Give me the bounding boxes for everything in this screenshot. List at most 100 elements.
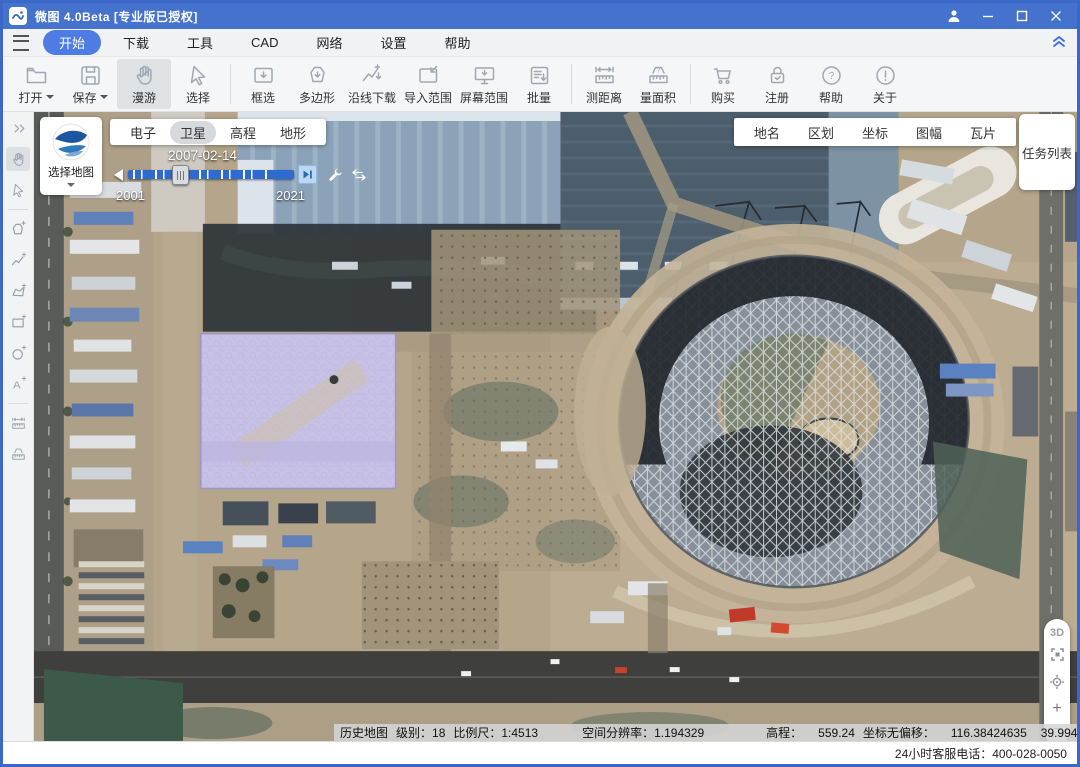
box-select-button[interactable]: 框选: [236, 59, 290, 109]
sidebar-draw-polygon-tool[interactable]: [6, 217, 30, 241]
sidebar-select-tool[interactable]: [6, 178, 30, 202]
menu-item-start[interactable]: 开始: [43, 30, 101, 55]
pan-tool-button[interactable]: 漫游: [117, 59, 171, 109]
polygon-download-button[interactable]: 多边形: [290, 59, 344, 109]
import-extent-button[interactable]: 导入范围: [400, 59, 456, 109]
sidebar-draw-circle-tool[interactable]: [6, 341, 30, 365]
menu-item-download[interactable]: 下载: [107, 30, 165, 55]
timeline-current-date: 2007-02-14: [168, 148, 237, 163]
sidebar-measure-area-tool[interactable]: [6, 442, 30, 466]
app-window: 微图 4.0Beta [专业版已授权] 开始 下载 工具 CAD 网络 设置 帮…: [0, 0, 1080, 767]
status-map-type: 历史地图: [340, 724, 388, 741]
sidebar-draw-area-tool[interactable]: [6, 279, 30, 303]
layer-tab-vector[interactable]: 电子: [120, 121, 166, 144]
info-icon: [873, 63, 898, 88]
menu-item-help[interactable]: 帮助: [429, 30, 487, 55]
layer-tab-terrain[interactable]: 地形: [270, 121, 316, 144]
menu-item-tools[interactable]: 工具: [171, 30, 229, 55]
sidebar-draw-rect-tool[interactable]: [6, 310, 30, 334]
title-bar: 微图 4.0Beta [专业版已授权]: [3, 3, 1077, 29]
status-elevation-label: 高程：: [766, 724, 802, 741]
toggle-placenames[interactable]: 地名: [740, 121, 794, 144]
toggle-districts[interactable]: 区划: [794, 121, 848, 144]
timeline-prev-icon[interactable]: [114, 169, 123, 181]
sidebar-expand-icon[interactable]: [7, 116, 31, 140]
map-picker-label: 选择地图: [48, 164, 94, 180]
hamburger-menu-icon[interactable]: [13, 35, 29, 51]
locate-target-icon[interactable]: [1050, 675, 1064, 694]
toggle-coordinates[interactable]: 坐标: [848, 121, 902, 144]
timeline-thumb[interactable]: [172, 165, 189, 185]
layer-tab-satellite[interactable]: 卫星: [170, 121, 216, 144]
status-zoom-level: 级别：18: [396, 724, 445, 741]
screen-extent-button[interactable]: 屏幕范围: [456, 59, 512, 109]
task-list-label: 任务列表: [1022, 143, 1072, 162]
map-control-stack: 3D + −: [1044, 619, 1070, 741]
status-resolution: 空间分辨率：1.194329: [582, 724, 704, 741]
status-latitude: 39.9943220: [1041, 726, 1077, 740]
select-tool-button[interactable]: 选择: [171, 59, 225, 109]
maximize-button[interactable]: [1007, 5, 1037, 27]
batch-icon: [527, 63, 552, 88]
sidebar-divider: [8, 403, 28, 404]
window-title: 微图 4.0Beta [专业版已授权]: [35, 8, 198, 25]
about-button[interactable]: 关于: [858, 59, 912, 109]
fullscreen-icon[interactable]: [1051, 648, 1064, 666]
register-button[interactable]: 注册: [750, 59, 804, 109]
zoom-in-button[interactable]: +: [1052, 703, 1061, 715]
minimize-button[interactable]: [973, 5, 1003, 27]
measure-distance-icon: [592, 63, 617, 88]
service-phone: 24小时客服电话：400-028-0050: [895, 745, 1067, 762]
toolbar-separator: [230, 64, 231, 104]
timeline-compare-arrows-icon[interactable]: [352, 169, 366, 184]
menu-item-settings[interactable]: 设置: [365, 30, 423, 55]
sidebar-draw-polyline-tool[interactable]: [6, 248, 30, 272]
batch-button[interactable]: 批量: [512, 59, 566, 109]
box-select-icon: [251, 63, 276, 88]
polyline-download-icon: [360, 63, 385, 88]
measure-distance-button[interactable]: 测距离: [577, 59, 631, 109]
cursor-icon: [186, 63, 211, 88]
mode-3d-button[interactable]: 3D: [1050, 627, 1064, 639]
save-button[interactable]: 保存: [63, 59, 117, 109]
map-status-bar: 历史地图 级别：18 比例尺：1:4513 空间分辨率：1.194329 高程：…: [334, 724, 1077, 741]
measure-area-icon: ?: [646, 63, 671, 88]
map-picker-caret-icon: [67, 183, 75, 187]
status-longitude: 116.38424635: [951, 726, 1027, 740]
open-button[interactable]: 打开: [9, 59, 63, 109]
sidebar-divider: [8, 209, 28, 210]
menu-item-cad[interactable]: CAD: [235, 32, 294, 53]
left-tool-sidebar: A: [3, 112, 34, 741]
collapse-ribbon-icon[interactable]: [1051, 33, 1067, 52]
status-scale: 比例尺：1:4513: [453, 724, 538, 741]
sidebar-add-text-tool[interactable]: A: [6, 372, 30, 396]
timeline-start-year: 2001: [116, 188, 145, 203]
measure-area-button[interactable]: ? 量面积: [631, 59, 685, 109]
polyline-download-button[interactable]: 沿线下载: [344, 59, 400, 109]
timeline-settings-wrench-icon[interactable]: [328, 167, 343, 185]
toggle-tiles[interactable]: 瓦片: [956, 121, 1010, 144]
close-button[interactable]: [1041, 5, 1071, 27]
screen-extent-icon: [472, 63, 497, 88]
layer-tab-elevation[interactable]: 高程: [220, 121, 266, 144]
dropdown-caret-icon: [46, 95, 54, 99]
map-viewport[interactable]: 选择地图 电子 卫星 高程 地形 2007-02-14 2001 20: [34, 112, 1077, 741]
timeline-next-icon[interactable]: [298, 165, 317, 184]
help-button[interactable]: ? 帮助: [804, 59, 858, 109]
task-list-panel[interactable]: 任务列表: [1019, 114, 1075, 190]
menu-item-network[interactable]: 网络: [301, 30, 359, 55]
toggle-mapsheet[interactable]: 图幅: [902, 121, 956, 144]
timeline-track[interactable]: [128, 170, 294, 179]
sidebar-measure-distance-tool[interactable]: [6, 411, 30, 435]
map-picker-panel[interactable]: 选择地图: [40, 117, 102, 195]
buy-button[interactable]: 购买: [696, 59, 750, 109]
sidebar-pan-tool[interactable]: [6, 147, 30, 171]
menu-bar: 开始 下载 工具 CAD 网络 设置 帮助: [3, 29, 1077, 57]
dropdown-caret-icon: [100, 95, 108, 99]
user-account-icon[interactable]: [939, 5, 969, 27]
history-timeline: 2007-02-14 2001 2021: [114, 148, 384, 210]
save-icon: [78, 63, 103, 88]
svg-text:A: A: [13, 379, 21, 391]
folder-icon: [24, 63, 49, 88]
cart-icon: [711, 63, 736, 88]
